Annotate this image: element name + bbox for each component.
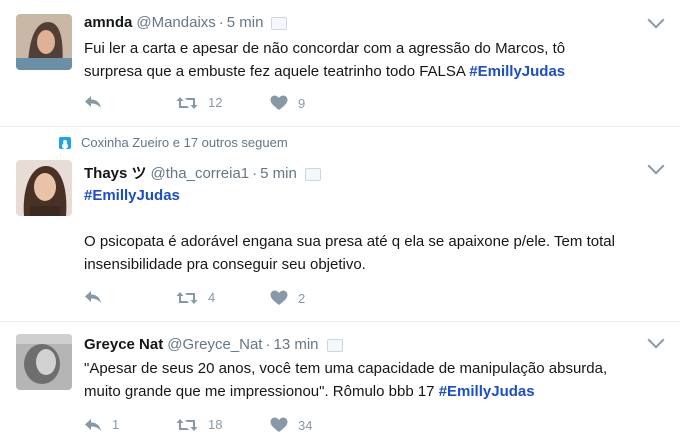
tweet-card[interactable]: amnda @Mandaixs · 5 min Fui ler a carta e a… [0, 0, 680, 127]
retweet-button[interactable]: 18 [176, 417, 222, 432]
mobile-icon [304, 167, 321, 181]
retweet-icon [176, 418, 198, 431]
tweet-actions: 1 18 34 [84, 417, 484, 437]
social-context-text: Coxinha Zueiro e 17 outros seguem [81, 135, 288, 150]
like-button[interactable]: 2 [270, 290, 305, 306]
user-icon [59, 136, 71, 149]
retweet-button[interactable]: 4 [176, 290, 215, 305]
timestamp[interactable]: 5 min [260, 165, 297, 182]
tweet-actions: 4 2 [84, 290, 484, 310]
heart-icon [270, 417, 288, 432]
username[interactable]: @Greyce_Nat [167, 336, 262, 353]
reply-icon [85, 418, 101, 431]
retweet-icon [176, 291, 198, 304]
tweet-header: Thays ツ @tha_correia1 · 5 min [84, 162, 321, 183]
tweet-text-line: muito grande que me impressionou". Rômul… [84, 380, 664, 403]
timestamp[interactable]: 13 min [273, 336, 318, 353]
tweet-text-line: #EmillyJudas [84, 184, 664, 207]
display-name[interactable]: Thays ツ [84, 165, 147, 182]
like-button[interactable]: 9 [270, 95, 305, 111]
avatar[interactable] [16, 160, 72, 216]
tweet-text-segment: surpresa que a embuste fez aquele teatri… [84, 63, 470, 80]
avatar[interactable] [16, 14, 72, 70]
reply-count: 1 [112, 417, 120, 432]
tweet-text-segment: muito grande que me impressionou". Rômul… [84, 383, 439, 400]
separator: · [252, 165, 258, 182]
heart-icon [270, 290, 288, 305]
retweet-count: 4 [208, 290, 216, 305]
hashtag-link[interactable]: #EmillyJudas [469, 63, 565, 80]
reply-button[interactable]: 1 [84, 417, 119, 432]
retweet-count: 18 [208, 417, 223, 432]
avatar[interactable] [16, 334, 72, 390]
reply-icon [85, 96, 101, 108]
tweet-header: amnda @Mandaixs · 5 min [84, 14, 288, 31]
separator: · [265, 336, 271, 353]
chevron-down-icon[interactable] [647, 11, 665, 29]
tweet-text-line: Fui ler a carta e apesar de não concorda… [84, 40, 566, 57]
tweet-header: Greyce Nat @Greyce_Nat · 13 min [84, 336, 343, 353]
like-count: 9 [298, 95, 306, 111]
social-context[interactable]: Coxinha Zueiro e 17 outros seguem [59, 135, 288, 150]
reply-button[interactable] [84, 95, 112, 109]
retweet-icon [176, 96, 198, 109]
hashtag-link[interactable]: #EmillyJudas [84, 187, 180, 204]
hashtag-link[interactable]: #EmillyJudas [439, 383, 535, 400]
tweet-text: "Apesar de seus 20 anos, você tem uma ca… [84, 357, 664, 403]
mobile-icon [271, 16, 288, 30]
separator: · [218, 14, 224, 31]
like-count: 34 [298, 417, 313, 433]
reply-icon [85, 291, 101, 303]
tweet-actions: 12 9 [84, 95, 484, 115]
tweet-text-line: insensibilidade pra conseguir seu objeti… [84, 256, 366, 273]
tweet-text-line: surpresa que a embuste fez aquele teatri… [84, 60, 664, 83]
like-count: 2 [298, 290, 306, 306]
timestamp[interactable]: 5 min [227, 14, 264, 31]
username[interactable]: @tha_correia1 [151, 165, 250, 182]
display-name[interactable]: Greyce Nat [84, 336, 163, 353]
retweet-button[interactable]: 12 [176, 95, 222, 110]
retweet-count: 12 [208, 95, 223, 110]
tweet-text: #EmillyJudas O psicopata é adorável enga… [84, 184, 664, 276]
heart-icon [270, 95, 288, 110]
like-button[interactable]: 34 [270, 417, 312, 433]
mobile-icon [326, 338, 343, 352]
reply-button[interactable] [84, 290, 112, 304]
tweet-text-line: "Apesar de seus 20 anos, você tem uma ca… [84, 360, 608, 377]
username[interactable]: @Mandaixs [136, 14, 215, 31]
tweet-text-line: O psicopata é adorável engana sua presa … [84, 233, 615, 250]
tweet-text: Fui ler a carta e apesar de não concorda… [84, 37, 664, 83]
display-name[interactable]: amnda [84, 14, 132, 31]
